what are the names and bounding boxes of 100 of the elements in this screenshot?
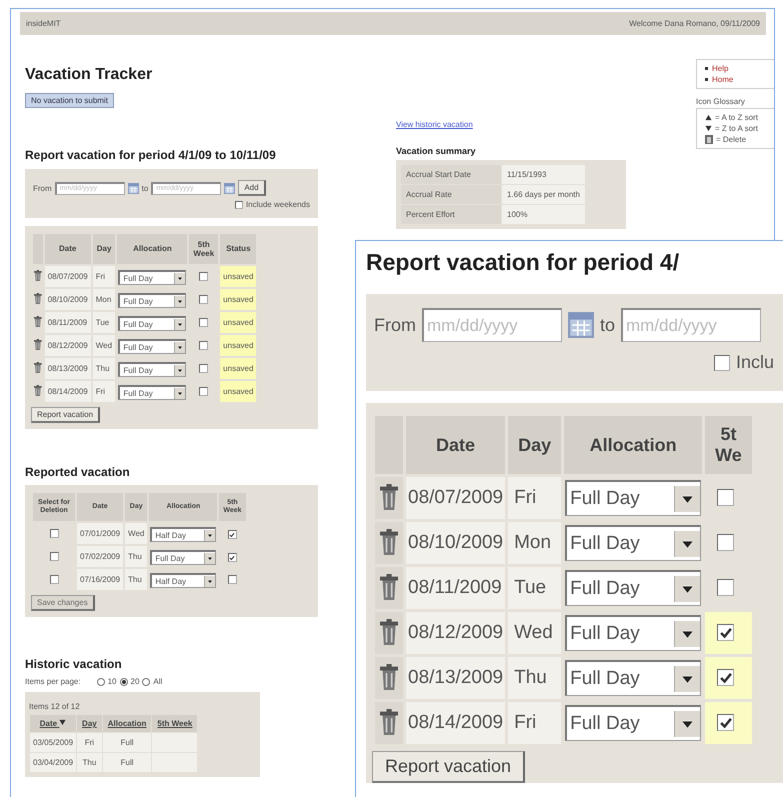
bullet-icon bbox=[705, 67, 708, 70]
table-cell: Thu bbox=[77, 753, 102, 772]
submit-button[interactable]: No vacation to submit bbox=[25, 93, 114, 108]
glossary-text: = Delete bbox=[716, 135, 746, 144]
status-cell: unsaved bbox=[220, 289, 256, 310]
to-date-field[interactable]: mm/dd/yyyy bbox=[621, 308, 762, 342]
calendar-icon[interactable] bbox=[224, 182, 236, 194]
report-vacation-button[interactable]: Report vacation bbox=[31, 407, 100, 423]
section-heading: Report vacation for period 4/1/09 to 10/11/09 bbox=[25, 148, 276, 162]
allocation-select[interactable]: Full Day bbox=[118, 385, 186, 400]
table-cell: Fri bbox=[77, 733, 102, 752]
site-name: insideMIT bbox=[26, 19, 61, 28]
checkbox[interactable] bbox=[199, 294, 208, 304]
allocation-select[interactable]: Full Day bbox=[118, 270, 186, 285]
checkbox[interactable] bbox=[199, 364, 208, 372]
allocation-select[interactable]: Half Day bbox=[150, 527, 216, 542]
checkbox[interactable] bbox=[717, 578, 734, 596]
checkbox[interactable] bbox=[717, 714, 734, 732]
allocation-select[interactable]: Full Day bbox=[118, 316, 186, 331]
to-label: to bbox=[142, 184, 148, 192]
allocation-select[interactable]: Full Day bbox=[565, 570, 702, 606]
page-title: Vacation Tracker bbox=[25, 66, 152, 84]
caret-icon bbox=[674, 620, 700, 646]
allocation-select[interactable]: Full Day bbox=[565, 705, 702, 741]
table-cell: 08/14/2009 bbox=[44, 381, 91, 402]
allocation-select[interactable]: Full Day bbox=[565, 525, 702, 561]
radio-label: 20 bbox=[130, 677, 140, 686]
checkbox[interactable] bbox=[717, 534, 734, 550]
caret-icon bbox=[674, 710, 700, 736]
checkbox[interactable] bbox=[199, 340, 208, 350]
table-cell: 08/10/2009 bbox=[406, 522, 506, 564]
allocation-select[interactable]: Full Day bbox=[118, 362, 186, 377]
sort-header[interactable]: Allocation bbox=[102, 715, 152, 732]
table-cell: Fri bbox=[92, 381, 116, 402]
status-cell: unsaved bbox=[220, 312, 256, 333]
radio-button[interactable] bbox=[142, 678, 150, 686]
caret-icon bbox=[174, 296, 186, 306]
allocation-select[interactable]: Full Day bbox=[565, 480, 702, 516]
table-cell: Thu bbox=[125, 546, 148, 567]
caret-icon bbox=[174, 342, 186, 352]
caret-icon bbox=[174, 272, 186, 284]
checkbox[interactable] bbox=[228, 530, 237, 539]
sort-header[interactable]: Day bbox=[77, 715, 102, 732]
table-cell: Fri bbox=[508, 477, 562, 519]
checkbox[interactable] bbox=[199, 318, 208, 326]
checkbox[interactable] bbox=[234, 200, 243, 208]
checkbox[interactable] bbox=[228, 574, 237, 584]
checkbox[interactable] bbox=[50, 552, 58, 560]
caret-icon bbox=[174, 318, 186, 330]
calendar-icon[interactable] bbox=[128, 182, 139, 194]
checkbox[interactable] bbox=[50, 528, 58, 538]
status-cell: unsaved bbox=[220, 381, 256, 402]
allocation-select[interactable]: Full Day bbox=[150, 550, 216, 565]
caret-icon bbox=[674, 530, 700, 556]
caret-icon bbox=[674, 576, 700, 602]
view-historic-link[interactable]: View historic vacation bbox=[396, 120, 473, 129]
table-cell: 08/13/2009 bbox=[44, 358, 91, 379]
table-cell: Tue bbox=[92, 312, 116, 333]
bullet-icon bbox=[705, 78, 708, 81]
sort-header[interactable]: 5th Week bbox=[152, 715, 198, 732]
calendar-icon[interactable] bbox=[568, 312, 594, 338]
checkbox[interactable] bbox=[199, 272, 208, 280]
report-vacation-button[interactable]: Report vacation bbox=[372, 751, 526, 783]
radio-button[interactable] bbox=[96, 678, 105, 686]
table-cell: 03/05/2009 bbox=[30, 733, 76, 752]
radio-label: 10 bbox=[108, 677, 116, 686]
table-cell: 03/04/2009 bbox=[30, 753, 76, 772]
add-button[interactable]: Add bbox=[238, 180, 266, 196]
section-heading: Report vacation for period 4/ bbox=[366, 249, 680, 276]
status-cell: unsaved bbox=[220, 266, 256, 287]
table-cell: Wed bbox=[92, 335, 116, 356]
sort-header[interactable]: Date bbox=[30, 715, 76, 732]
allocation-select[interactable]: Full Day bbox=[565, 660, 702, 696]
checkbox[interactable] bbox=[714, 354, 730, 370]
glossary-text: = Z to A sort bbox=[715, 124, 758, 133]
radio-button[interactable] bbox=[120, 678, 128, 686]
table-cell: 08/10/2009 bbox=[44, 289, 91, 310]
checkbox[interactable] bbox=[717, 624, 734, 642]
caret-icon bbox=[674, 666, 700, 692]
allocation-select[interactable]: Full Day bbox=[118, 293, 186, 308]
checkbox[interactable] bbox=[228, 553, 237, 562]
table-cell: Wed bbox=[125, 523, 148, 544]
checkbox[interactable] bbox=[199, 386, 208, 396]
from-date-field[interactable]: mm/dd/yyyy bbox=[422, 308, 562, 342]
allocation-select[interactable]: Half Day bbox=[150, 573, 216, 588]
caret-icon bbox=[674, 486, 700, 512]
summary-value: 100% bbox=[502, 205, 585, 224]
caret-icon bbox=[174, 388, 186, 398]
checkbox[interactable] bbox=[50, 574, 58, 584]
table-cell: Wed bbox=[508, 612, 562, 654]
nav-link[interactable]: Help bbox=[712, 64, 728, 73]
checkbox[interactable] bbox=[717, 488, 734, 506]
allocation-select[interactable]: Full Day bbox=[118, 339, 186, 354]
from-label: From bbox=[374, 314, 416, 336]
caret-icon bbox=[174, 364, 186, 376]
status-cell: unsaved bbox=[220, 358, 256, 379]
nav-link[interactable]: Home bbox=[712, 75, 734, 84]
allocation-select[interactable]: Full Day bbox=[565, 615, 702, 651]
checkbox[interactable] bbox=[717, 669, 734, 686]
checkbox-label: Inclu bbox=[736, 352, 774, 373]
